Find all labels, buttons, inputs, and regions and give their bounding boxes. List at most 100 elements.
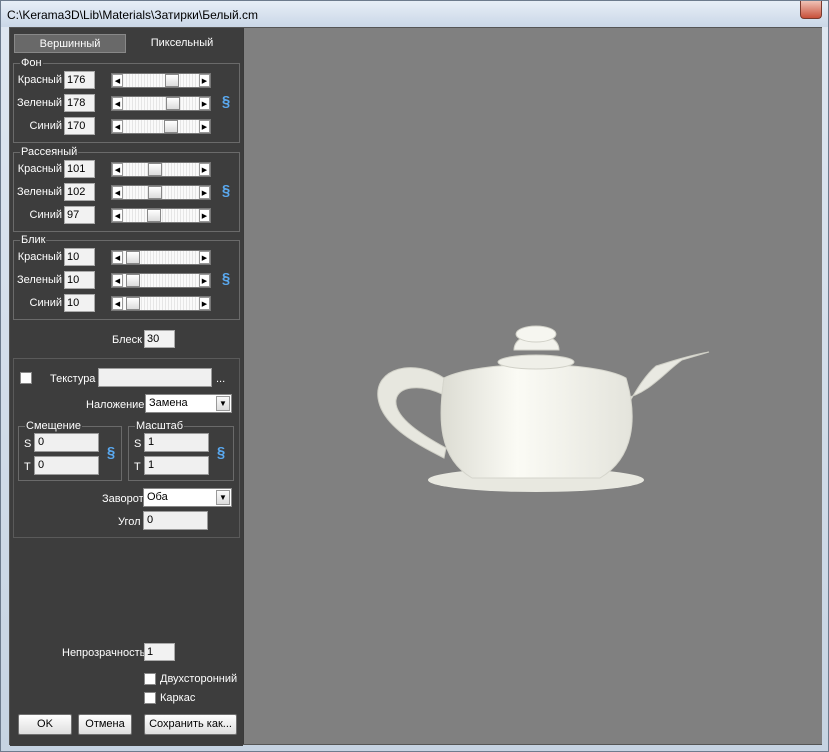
texture-path-field[interactable] — [98, 368, 212, 387]
bg-green-label: Зеленый — [16, 97, 62, 109]
texture-checkbox[interactable] — [20, 372, 32, 384]
slider-thumb[interactable] — [126, 297, 141, 310]
chevron-down-icon[interactable]: ▼ — [216, 490, 230, 505]
slider-track[interactable] — [124, 209, 198, 222]
tab-vertex[interactable]: Вершинный — [14, 34, 126, 53]
opacity-label: Непрозрачность — [62, 647, 146, 659]
diffuse-group: Рассеяный Красный 101 ◀ ▶ Зеленый 102 ◀ ▶ … — [13, 146, 240, 232]
link-icon[interactable]: § — [220, 182, 232, 200]
blend-label: Наложение — [86, 399, 145, 411]
group-label-background: Фон — [20, 57, 43, 69]
close-button[interactable] — [800, 1, 822, 19]
slider-left-arrow-icon[interactable]: ◀ — [112, 163, 123, 176]
slider-right-arrow-icon[interactable]: ▶ — [199, 274, 210, 287]
slider-left-arrow-icon[interactable]: ◀ — [112, 209, 123, 222]
spec-green-label: Зеленый — [16, 274, 62, 286]
spec-blue-slider[interactable]: ◀ ▶ — [111, 296, 211, 311]
cancel-button[interactable]: Отмена — [78, 714, 132, 735]
slider-left-arrow-icon[interactable]: ◀ — [112, 74, 123, 87]
slider-left-arrow-icon[interactable]: ◀ — [112, 120, 123, 133]
background-group: Фон Красный 176 ◀ ▶ Зеленый 178 ◀ ▶ § Сини… — [13, 57, 240, 143]
slider-right-arrow-icon[interactable]: ▶ — [199, 74, 210, 87]
slider-right-arrow-icon[interactable]: ▶ — [199, 97, 210, 110]
slider-thumb[interactable] — [165, 74, 180, 87]
bg-blue-field[interactable]: 170 — [64, 117, 95, 135]
opacity-field[interactable]: 1 — [144, 643, 175, 661]
chevron-down-icon[interactable]: ▼ — [216, 396, 230, 411]
link-icon[interactable]: § — [220, 270, 232, 288]
scale-s-field[interactable]: 1 — [144, 433, 209, 452]
ok-button[interactable]: OK — [18, 714, 72, 735]
slider-right-arrow-icon[interactable]: ▶ — [199, 297, 210, 310]
spec-green-slider[interactable]: ◀ ▶ — [111, 273, 211, 288]
slider-left-arrow-icon[interactable]: ◀ — [112, 274, 123, 287]
texture-browse-button[interactable]: ... — [216, 373, 225, 385]
wireframe-checkbox[interactable] — [144, 692, 156, 704]
bg-blue-slider[interactable]: ◀ ▶ — [111, 119, 211, 134]
diffuse-green-field[interactable]: 102 — [64, 183, 95, 201]
shine-field[interactable]: 30 — [144, 330, 175, 348]
slider-thumb[interactable] — [148, 163, 162, 176]
texture-label: Текстура — [50, 373, 96, 385]
spec-red-label: Красный — [17, 251, 62, 263]
scale-s-label: S — [134, 438, 142, 450]
slider-track[interactable] — [124, 120, 198, 133]
angle-field[interactable]: 0 — [143, 511, 208, 530]
spec-red-field[interactable]: 10 — [64, 248, 95, 266]
teapot-model — [377, 325, 710, 492]
diffuse-blue-field[interactable]: 97 — [64, 206, 95, 224]
shine-label: Блеск — [112, 334, 142, 346]
wrap-select[interactable]: Оба ▼ — [143, 488, 232, 507]
slider-thumb[interactable] — [166, 97, 180, 110]
scale-t-field[interactable]: 1 — [144, 456, 209, 475]
spec-blue-label: Синий — [29, 297, 62, 309]
offset-t-field[interactable]: 0 — [34, 456, 99, 475]
material-editor-window: C:\Kerama3D\Lib\Materials\Затирки\Белый.… — [0, 0, 829, 752]
diffuse-red-field[interactable]: 101 — [64, 160, 95, 178]
blend-select[interactable]: Замена ▼ — [145, 394, 232, 413]
slider-left-arrow-icon[interactable]: ◀ — [112, 186, 123, 199]
spec-red-slider[interactable]: ◀ ▶ — [111, 250, 211, 265]
blend-value: Замена — [149, 397, 188, 409]
title-bar[interactable]: C:\Kerama3D\Lib\Materials\Затирки\Белый.… — [1, 1, 828, 27]
slider-left-arrow-icon[interactable]: ◀ — [112, 251, 123, 264]
save-as-button[interactable]: Сохранить как... — [144, 714, 237, 735]
bg-red-slider[interactable]: ◀ ▶ — [111, 73, 211, 88]
diffuse-red-slider[interactable]: ◀ ▶ — [111, 162, 211, 177]
slider-right-arrow-icon[interactable]: ▶ — [199, 209, 210, 222]
two-sided-checkbox[interactable] — [144, 673, 156, 685]
spec-blue-field[interactable]: 10 — [64, 294, 95, 312]
client-area: Вершинный Пиксельный Фон Красный 176 ◀ ▶ … — [9, 27, 822, 746]
slider-thumb[interactable] — [146, 209, 161, 222]
spec-green-field[interactable]: 10 — [64, 271, 95, 289]
bg-red-label: Красный — [17, 74, 62, 86]
slider-right-arrow-icon[interactable]: ▶ — [199, 186, 210, 199]
link-icon[interactable]: § — [105, 444, 117, 462]
bg-green-slider[interactable]: ◀ ▶ — [111, 96, 211, 111]
wrap-value: Оба — [147, 491, 168, 503]
diffuse-blue-slider[interactable]: ◀ ▶ — [111, 208, 211, 223]
slider-track[interactable] — [124, 74, 198, 87]
bg-green-field[interactable]: 178 — [64, 94, 95, 112]
scale-label: Масштаб — [135, 420, 185, 432]
slider-thumb[interactable] — [126, 274, 141, 287]
3d-viewport[interactable] — [244, 28, 822, 744]
diffuse-green-slider[interactable]: ◀ ▶ — [111, 185, 211, 200]
link-icon[interactable]: § — [215, 444, 227, 462]
two-sided-label: Двухсторонний — [160, 673, 238, 685]
tab-pixel[interactable]: Пиксельный — [126, 34, 238, 53]
slider-right-arrow-icon[interactable]: ▶ — [199, 251, 210, 264]
slider-right-arrow-icon[interactable]: ▶ — [199, 163, 210, 176]
group-label-specular: Блик — [20, 234, 47, 246]
slider-thumb[interactable] — [164, 120, 179, 133]
link-icon[interactable]: § — [220, 93, 232, 111]
slider-thumb[interactable] — [126, 251, 141, 264]
slider-right-arrow-icon[interactable]: ▶ — [199, 120, 210, 133]
offset-s-field[interactable]: 0 — [34, 433, 99, 452]
offset-label: Смещение — [25, 420, 83, 432]
slider-left-arrow-icon[interactable]: ◀ — [112, 97, 123, 110]
slider-left-arrow-icon[interactable]: ◀ — [112, 297, 123, 310]
bg-red-field[interactable]: 176 — [64, 71, 95, 89]
slider-thumb[interactable] — [148, 186, 162, 199]
slider-track[interactable] — [124, 97, 198, 110]
